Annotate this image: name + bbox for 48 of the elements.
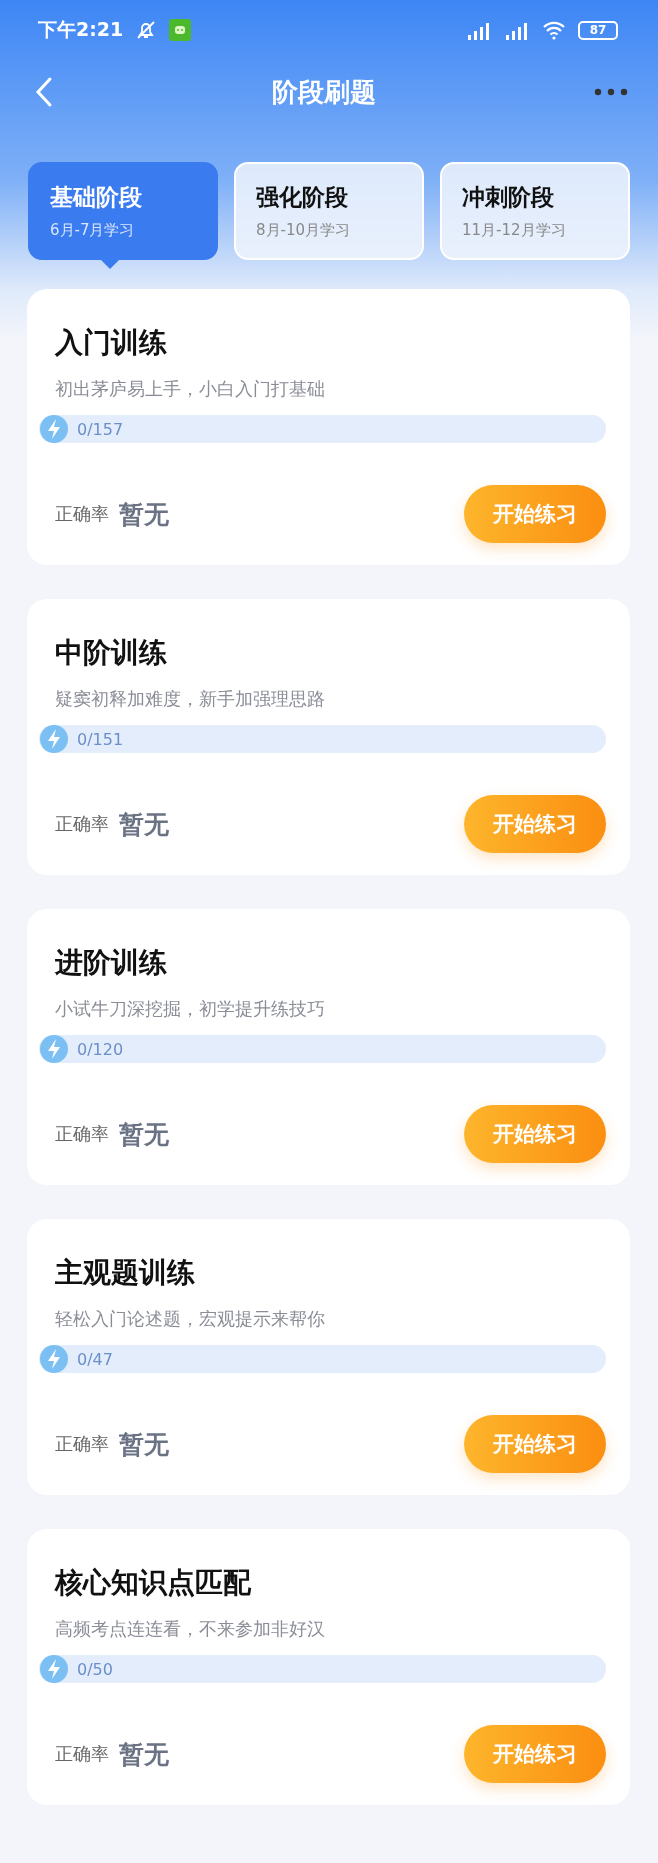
- card-title: 中阶训练: [55, 635, 168, 671]
- stage-tab[interactable]: 强化阶段 8月-10月学习: [234, 162, 424, 260]
- start-practice-button[interactable]: 开始练习: [464, 485, 606, 543]
- card-subtitle: 疑窦初释加难度，新手加强理思路: [55, 687, 326, 711]
- accuracy-label: 正确率: [55, 812, 109, 836]
- wifi-icon: [542, 20, 566, 40]
- card-title: 入门训练: [55, 325, 168, 361]
- more-icon[interactable]: [594, 88, 628, 96]
- card-subtitle: 小试牛刀深挖掘，初学提升练技巧: [55, 997, 326, 1021]
- signal-icon: [504, 20, 530, 40]
- accuracy-label: 正确率: [55, 1432, 109, 1456]
- accuracy-value: 暂无: [119, 1738, 169, 1771]
- lightning-icon: [39, 1654, 69, 1684]
- accuracy-label: 正确率: [55, 1122, 109, 1146]
- signal-icon: [466, 20, 492, 40]
- lightning-icon: [39, 414, 69, 444]
- bell-off-icon: [135, 19, 158, 41]
- card-title: 主观题训练: [55, 1255, 196, 1291]
- progress-count: 0/157: [77, 419, 124, 439]
- stage-tab[interactable]: 冲刺阶段 11月-12月学习: [440, 162, 630, 260]
- accuracy-value: 暂无: [119, 1118, 169, 1151]
- start-practice-button[interactable]: 开始练习: [464, 795, 606, 853]
- progress-count: 0/151: [77, 729, 124, 749]
- card-subtitle: 轻松入门论述题，宏观提示来帮你: [55, 1307, 326, 1331]
- battery-icon: 87: [578, 20, 618, 40]
- accuracy-label: 正确率: [55, 502, 109, 526]
- start-practice-button[interactable]: 开始练习: [464, 1105, 606, 1163]
- status-time: 下午2:21: [38, 17, 124, 42]
- progress-count: 0/50: [77, 1659, 113, 1679]
- accuracy-value: 暂无: [119, 808, 169, 841]
- start-practice-button[interactable]: 开始练习: [464, 1415, 606, 1473]
- accuracy-value: 暂无: [119, 498, 169, 531]
- card-title: 进阶训练: [55, 945, 168, 981]
- card-subtitle: 高频考点连连看，不来参加非好汉: [55, 1617, 326, 1641]
- app-notification-icon: [169, 19, 192, 41]
- accuracy-label: 正确率: [55, 1742, 109, 1766]
- accuracy-value: 暂无: [119, 1428, 169, 1461]
- card-subtitle: 初出茅庐易上手，小白入门打基础: [55, 377, 326, 401]
- progress-count: 0/120: [77, 1039, 124, 1059]
- progress-count: 0/47: [77, 1349, 113, 1369]
- lightning-icon: [39, 724, 69, 754]
- tab-pointer: [100, 259, 120, 269]
- start-practice-button[interactable]: 开始练习: [464, 1725, 606, 1783]
- card-title: 核心知识点匹配: [55, 1565, 252, 1601]
- back-icon[interactable]: [34, 76, 54, 108]
- page-title: 阶段刷题: [271, 75, 377, 109]
- lightning-icon: [39, 1034, 69, 1064]
- lightning-icon: [39, 1344, 69, 1374]
